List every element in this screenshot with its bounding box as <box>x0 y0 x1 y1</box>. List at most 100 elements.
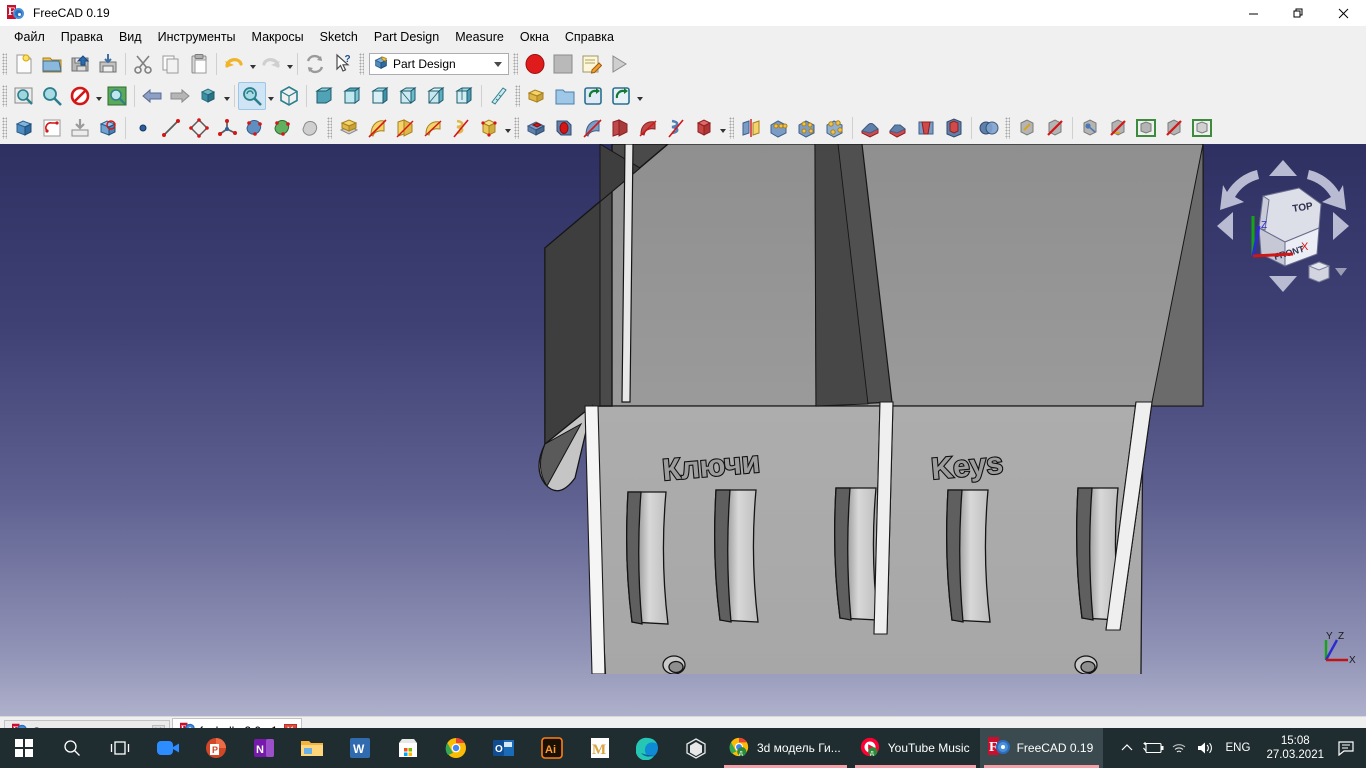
taskbar-app-freecad[interactable]: F FreeCAD 0.19 <box>979 728 1104 768</box>
rear-view-icon[interactable] <box>394 82 422 110</box>
outlook-icon[interactable]: O <box>480 728 528 768</box>
datum-plane-icon[interactable] <box>185 114 213 142</box>
zoom-box-icon[interactable] <box>238 82 266 110</box>
menu-tools[interactable]: Инструменты <box>150 27 244 47</box>
wifi-icon[interactable] <box>1166 728 1192 768</box>
menu-help[interactable]: Справка <box>557 27 622 47</box>
polar-pattern-icon[interactable] <box>793 114 821 142</box>
menu-view[interactable]: Вид <box>111 27 150 47</box>
draw-style-icon[interactable] <box>66 82 94 110</box>
create-group-icon[interactable] <box>551 82 579 110</box>
subtractive-dropdown-arrow-icon[interactable] <box>718 114 727 142</box>
paste-icon[interactable] <box>185 50 213 78</box>
datum-line-icon[interactable] <box>157 114 185 142</box>
measure-linear-icon[interactable] <box>1076 114 1104 142</box>
volume-icon[interactable] <box>1192 728 1218 768</box>
battery-charging-icon[interactable] <box>1140 728 1166 768</box>
measure-icon[interactable] <box>485 82 513 110</box>
hole-icon[interactable] <box>550 114 578 142</box>
open-folder-icon[interactable] <box>38 50 66 78</box>
workbench-toolbar-grip[interactable] <box>359 53 364 75</box>
copy-icon[interactable] <box>157 50 185 78</box>
attach-sketch-icon[interactable] <box>66 114 94 142</box>
edge-icon[interactable] <box>624 728 672 768</box>
taskbar-app-chrome[interactable]: д 3d модель Ги... <box>720 728 851 768</box>
menu-file[interactable]: Файл <box>6 27 53 47</box>
thickness-icon[interactable] <box>940 114 968 142</box>
bottom-view-icon[interactable] <box>422 82 450 110</box>
macro-record-icon[interactable] <box>521 50 549 78</box>
measure-angular-icon[interactable] <box>1104 114 1132 142</box>
save-icon[interactable] <box>66 50 94 78</box>
chevron-down-icon[interactable] <box>490 61 506 67</box>
mirrored-icon[interactable] <box>737 114 765 142</box>
macro-execute-icon[interactable] <box>605 50 633 78</box>
link-dropdown-arrow-icon[interactable] <box>635 82 644 110</box>
link-make-icon[interactable] <box>579 82 607 110</box>
groove-icon[interactable] <box>578 114 606 142</box>
front-view-icon[interactable] <box>310 82 338 110</box>
shape-binder-icon[interactable] <box>241 114 269 142</box>
save-as-icon[interactable] <box>94 50 122 78</box>
microsoft-store-icon[interactable] <box>384 728 432 768</box>
menu-macro[interactable]: Макросы <box>244 27 312 47</box>
workbench-selector[interactable]: Part Design <box>369 53 509 75</box>
additive-dropdown-arrow-icon[interactable] <box>503 114 512 142</box>
structure-toolbar-grip[interactable] <box>515 85 520 107</box>
pocket-icon[interactable] <box>522 114 550 142</box>
macro-stop-icon[interactable] <box>549 50 577 78</box>
whats-this-icon[interactable]: ? <box>329 50 357 78</box>
isometric-view-icon[interactable] <box>194 82 222 110</box>
partdesign-additive-grip[interactable] <box>327 117 332 139</box>
boolean-icon[interactable] <box>975 114 1003 142</box>
chrome-icon[interactable] <box>432 728 480 768</box>
clock[interactable]: 15:08 27.03.2021 <box>1258 734 1332 762</box>
word-icon[interactable]: W <box>336 728 384 768</box>
partdesign-toolbar-grip[interactable] <box>2 117 7 139</box>
axonometric-icon[interactable] <box>275 82 303 110</box>
search-icon[interactable] <box>48 728 96 768</box>
isometric-dropdown-arrow-icon[interactable] <box>222 82 231 110</box>
additive-primitive-icon[interactable] <box>475 114 503 142</box>
input-language-indicator[interactable]: ENG <box>1218 742 1259 754</box>
measure-toolbar-grip[interactable] <box>1005 117 1010 139</box>
view-toolbar-grip[interactable] <box>2 85 7 107</box>
undo-arrow-icon[interactable] <box>220 50 248 78</box>
close-button[interactable] <box>1321 0 1366 26</box>
measure-toggle-icon[interactable] <box>1041 114 1069 142</box>
3d-viewport[interactable]: Ключи Keys TOP Z X Y Z X <box>0 144 1366 716</box>
task-view-icon[interactable] <box>96 728 144 768</box>
measure-clear-all-icon[interactable] <box>1188 114 1216 142</box>
minimize-button[interactable] <box>1231 0 1276 26</box>
partdesign-transform-grip[interactable] <box>729 117 734 139</box>
new-document-icon[interactable] <box>10 50 38 78</box>
pad-icon[interactable] <box>335 114 363 142</box>
taskbar-app-youtube-music[interactable]: д YouTube Music <box>851 728 980 768</box>
local-coordinate-icon[interactable] <box>213 114 241 142</box>
draw-style-dropdown-arrow-icon[interactable] <box>94 82 103 110</box>
fit-all-icon[interactable] <box>10 82 38 110</box>
datum-point-icon[interactable] <box>129 114 157 142</box>
restore-button[interactable] <box>1276 0 1321 26</box>
windows-start-icon[interactable] <box>0 728 48 768</box>
subtractive-primitive-icon[interactable] <box>690 114 718 142</box>
clone-icon[interactable] <box>297 114 325 142</box>
monday-icon[interactable]: M <box>576 728 624 768</box>
model-key-holder-rack[interactable]: Ключи Keys <box>0 144 1366 716</box>
chamfer-icon[interactable] <box>884 114 912 142</box>
onenote-icon[interactable]: N <box>240 728 288 768</box>
top-view-icon[interactable] <box>338 82 366 110</box>
nav-back-icon[interactable] <box>138 82 166 110</box>
file-explorer-icon[interactable] <box>288 728 336 768</box>
illustrator-icon[interactable]: Ai <box>528 728 576 768</box>
macro-edit-icon[interactable] <box>577 50 605 78</box>
subtractive-helix-icon[interactable] <box>662 114 690 142</box>
create-part-icon[interactable] <box>523 82 551 110</box>
additive-helix-icon[interactable] <box>447 114 475 142</box>
menu-windows[interactable]: Окна <box>512 27 557 47</box>
left-view-icon[interactable] <box>450 82 478 110</box>
toolbar-grip[interactable] <box>2 53 7 75</box>
create-body-icon[interactable] <box>10 114 38 142</box>
measure-toggle-3d-icon[interactable] <box>1132 114 1160 142</box>
subtractive-loft-icon[interactable] <box>606 114 634 142</box>
